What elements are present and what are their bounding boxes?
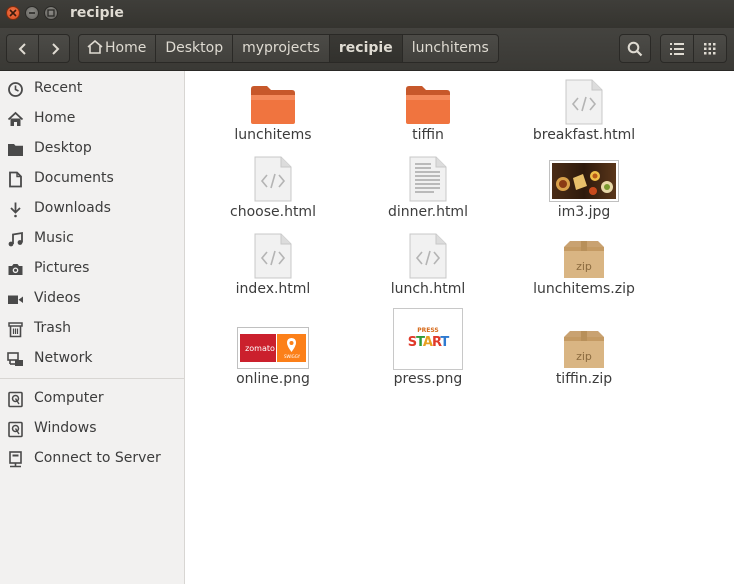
html-file-icon [565,79,603,125]
file-name: online.png [236,371,310,387]
file-item-lunchitems[interactable]: lunchitems [203,81,343,151]
text-file-icon [409,156,447,202]
title-bar: recipie [0,0,734,28]
file-item-press-png[interactable]: PRESS START press.png [358,308,498,392]
back-button[interactable] [7,35,38,62]
sidebar-divider [0,378,184,379]
svg-text:zip: zip [576,350,592,363]
video-icon [8,295,23,304]
sidebar-item-videos[interactable]: Videos [0,284,184,314]
minimize-window-button[interactable] [25,6,39,20]
trash-icon [8,322,23,338]
file-name: breakfast.html [532,127,636,143]
file-item-choose-html[interactable]: choose.html [203,154,343,228]
file-item-breakfast-html[interactable]: breakfast.html [514,77,654,151]
sidebar-item-computer[interactable]: Computer [0,384,184,414]
zip-archive-icon: zip [564,241,604,278]
file-name: tiffin.zip [555,371,613,387]
press-label-text: PRESS [417,327,439,334]
server-icon [9,451,22,468]
breadcrumb-lunchitems[interactable]: lunchitems [402,34,499,63]
html-file-icon [409,233,447,279]
chevron-left-icon [18,43,26,55]
clock-icon [8,82,23,97]
start-label-text: START [407,335,450,350]
sidebar-item-network[interactable]: Network [0,344,184,374]
sidebar-item-trash[interactable]: Trash [0,314,184,344]
navigation-buttons [6,34,70,63]
swiggy-logo-text: SWIGGY [283,354,301,359]
grid-view-button[interactable] [694,35,727,62]
file-item-tiffin[interactable]: tiffin [358,81,498,151]
breadcrumb-desktop[interactable]: Desktop [156,34,234,63]
drive-icon [8,391,23,408]
file-name: press.png [393,371,463,387]
sidebar-item-recent[interactable]: Recent [0,74,184,104]
forward-button[interactable] [39,35,70,62]
file-item-tiffin-zip[interactable]: zip tiffin.zip [514,308,654,392]
file-item-lunchitems-zip[interactable]: zip lunchitems.zip [514,231,654,305]
file-name: choose.html [230,204,316,220]
breadcrumb-myprojects[interactable]: myprojects [233,34,330,63]
file-item-im3-jpg[interactable]: im3.jpg [514,154,654,228]
file-item-dinner-html[interactable]: dinner.html [358,154,498,228]
html-file-icon [254,233,292,279]
grid-icon [704,43,716,55]
close-window-button[interactable] [6,6,20,20]
drive-icon [8,421,23,438]
svg-text:zip: zip [576,260,592,273]
file-item-online-png[interactable]: zomato SWIGGY online.png [203,308,343,392]
maximize-window-button[interactable] [44,6,58,20]
window-title: recipie [70,5,124,21]
sidebar-item-music[interactable]: Music [0,224,184,254]
search-button[interactable] [619,34,651,63]
sidebar-item-pictures[interactable]: Pictures [0,254,184,284]
maximize-icon [47,9,55,17]
sidebar-item-home[interactable]: Home [0,104,184,134]
file-name: index.html [235,281,311,297]
breadcrumb-home[interactable]: Home [78,34,157,63]
file-name: im3.jpg [557,204,611,220]
breadcrumb-label: Home [105,40,147,56]
music-icon [8,231,23,247]
file-name: lunchitems.zip [533,281,635,297]
list-view-button[interactable] [661,35,693,62]
view-buttons [660,34,727,63]
zip-archive-icon: zip [564,331,604,368]
download-icon [10,202,21,218]
file-name: tiffin [412,127,444,143]
sidebar-item-desktop[interactable]: Desktop [0,134,184,164]
sidebar-item-downloads[interactable]: Downloads [0,194,184,224]
sidebar: Recent Home Desktop Documents Downloads … [0,71,185,584]
network-icon [7,352,23,366]
minimize-icon [29,12,35,14]
html-file-icon [254,156,292,202]
file-name: lunch.html [390,281,466,297]
chevron-right-icon [52,43,60,55]
file-item-index-html[interactable]: index.html [203,231,343,305]
file-view: lunchitems tiffin breakfast.html choose.… [185,71,734,584]
sidebar-item-connect-to-server[interactable]: Connect to Server [0,444,184,474]
file-name: lunchitems [234,127,312,143]
zomato-logo-text: zomato [245,344,275,353]
breadcrumb: Home Desktop myprojects recipie lunchite… [78,34,499,63]
sidebar-item-documents[interactable]: Documents [0,164,184,194]
document-icon [9,171,22,188]
breadcrumb-recipie[interactable]: recipie [329,34,403,63]
camera-icon [8,264,23,275]
file-name: dinner.html [388,204,468,220]
folder-icon [8,144,23,156]
sidebar-item-windows[interactable]: Windows [0,414,184,444]
close-icon [9,9,17,17]
folder-icon [251,86,295,124]
folder-icon [406,86,450,124]
search-icon [627,41,643,57]
home-icon [87,40,103,54]
toolbar: Home Desktop myprojects recipie lunchite… [0,28,734,71]
list-icon [670,43,684,55]
file-item-lunch-html[interactable]: lunch.html [358,231,498,305]
home-icon [7,111,24,126]
food-thumbnail-icon [549,160,619,202]
